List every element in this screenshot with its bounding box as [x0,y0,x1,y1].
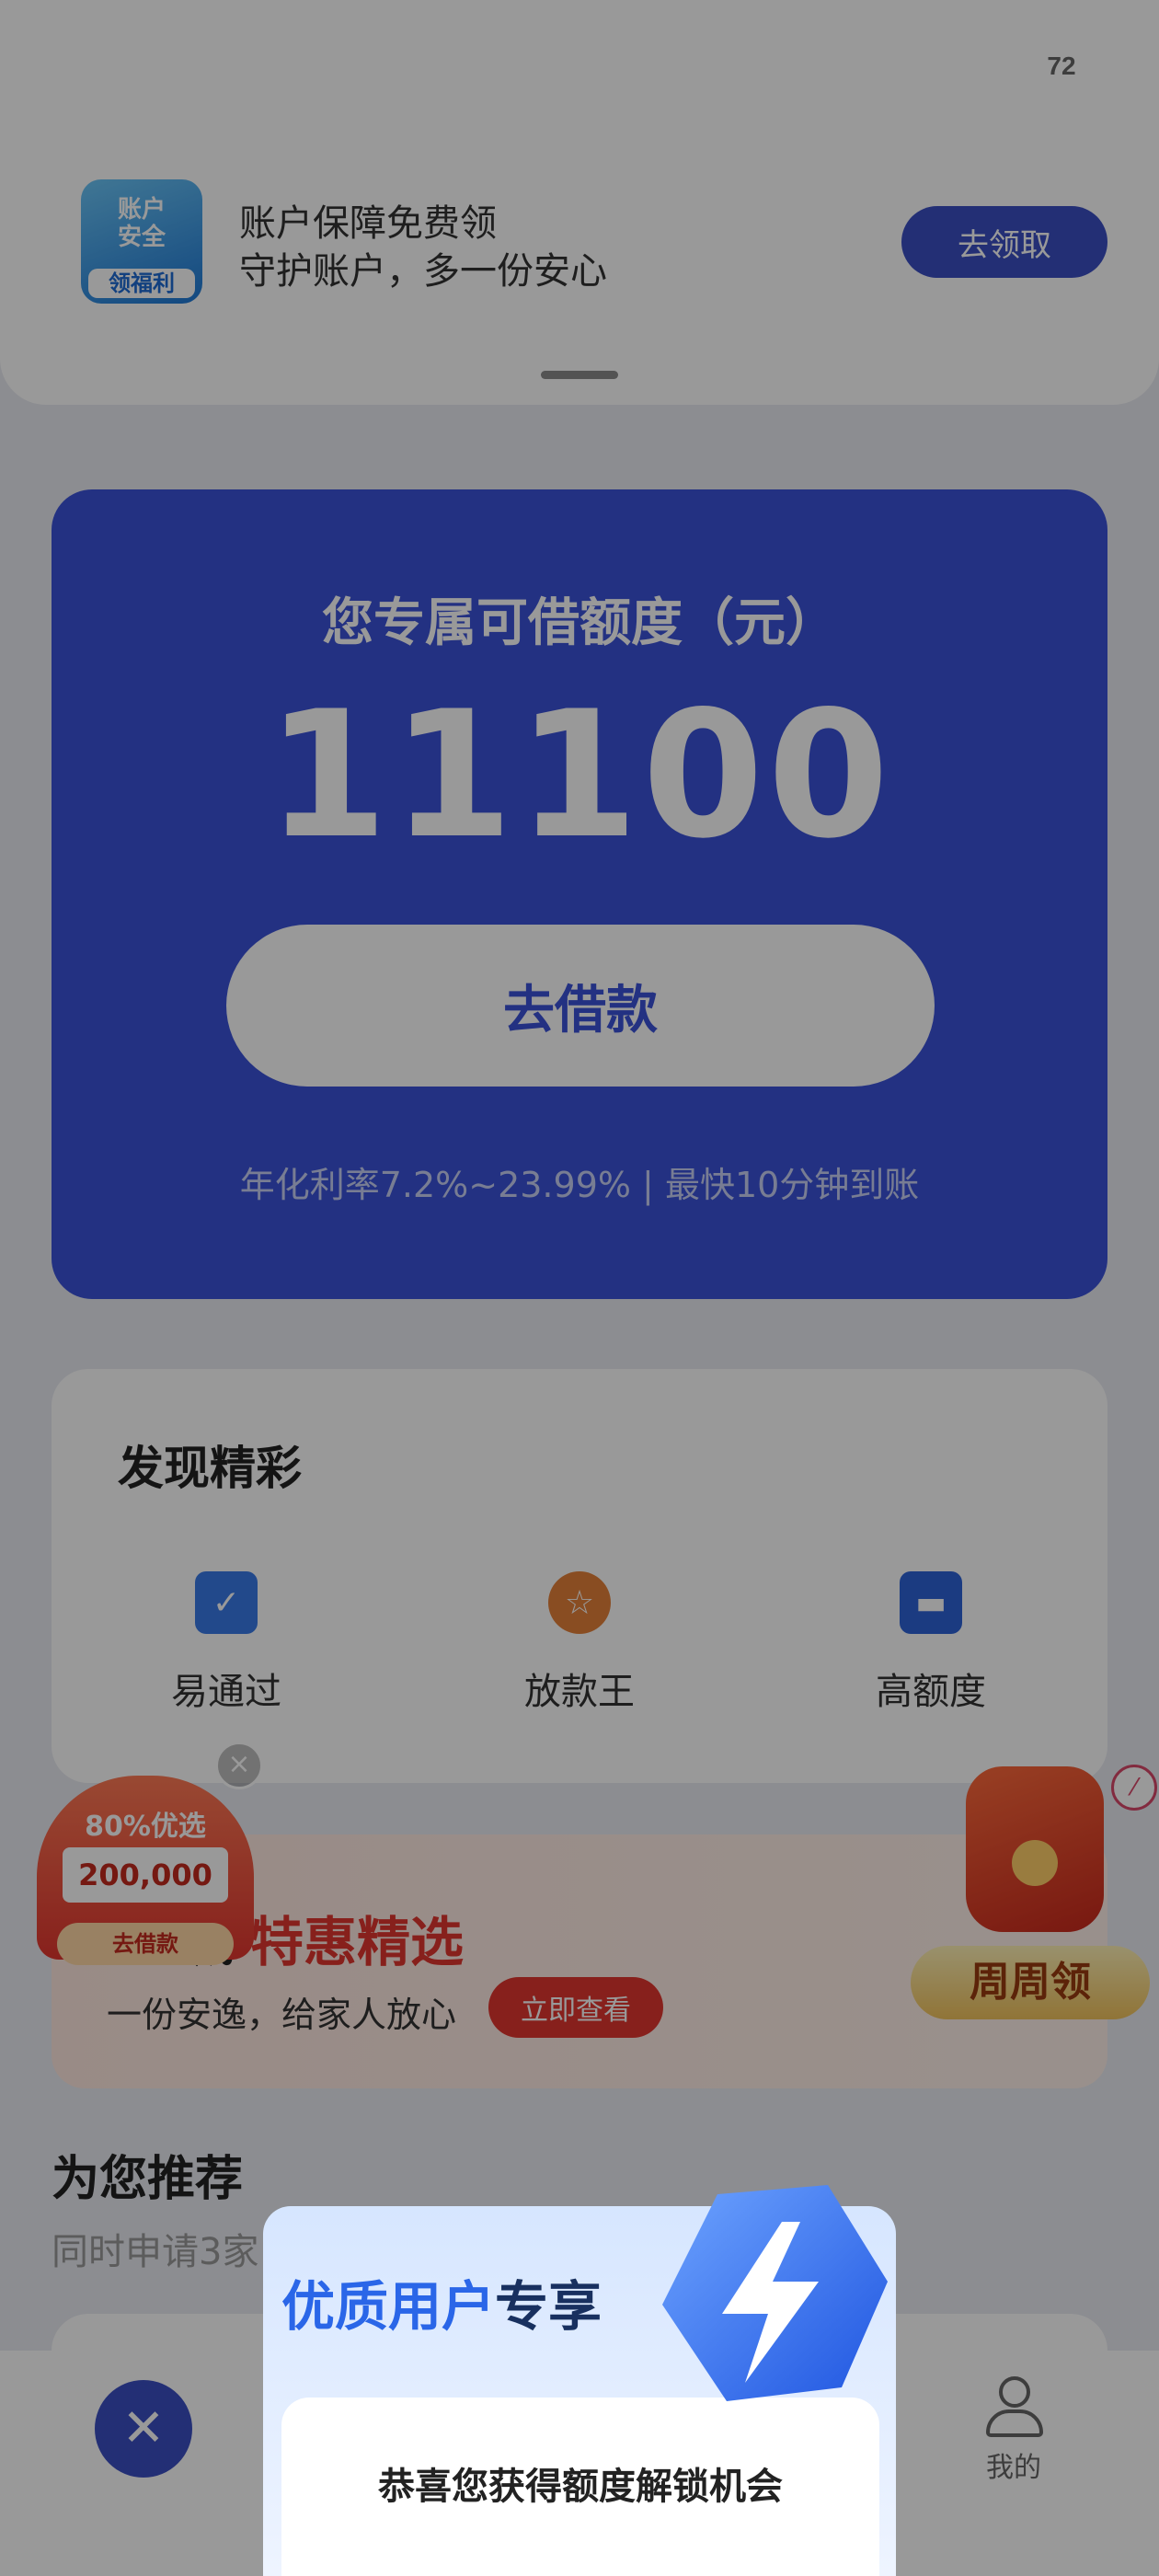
modal-overlay[interactable] [0,0,1159,2576]
popup-title-dark: 专享 [495,2275,602,2338]
lightning-bolt-icon [662,2185,888,2401]
popup-message: 恭喜您获得额度解锁机会 [378,2466,783,2508]
popup-title-blue: 优质用户 [281,2275,496,2338]
popup-content-card: 恭喜您获得额度解锁机会 [281,2398,879,2576]
popup-title: 优质用户专享 [281,2263,602,2340]
